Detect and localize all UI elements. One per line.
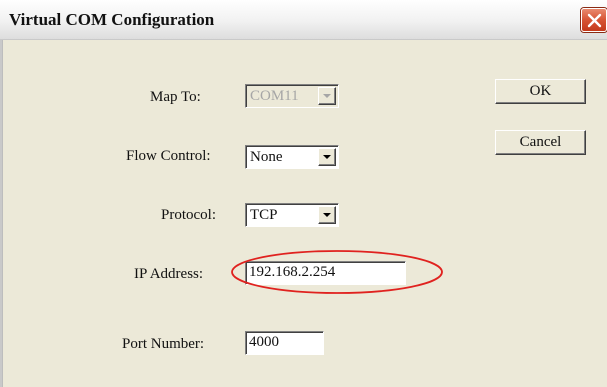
map-to-label: Map To: xyxy=(150,89,201,105)
window-left-border xyxy=(0,40,3,387)
map-to-select: COM11 xyxy=(245,84,339,108)
port-number-label: Port Number: xyxy=(122,336,205,352)
flow-control-label: Flow Control: xyxy=(126,148,211,164)
ip-address-label: IP Address: xyxy=(134,266,204,282)
ip-address-field[interactable]: 192.168.2.254 xyxy=(245,261,406,285)
chevron-down-icon[interactable] xyxy=(318,206,336,224)
cancel-button[interactable]: Cancel xyxy=(495,130,586,155)
window-title: Virtual COM Configuration xyxy=(9,10,215,29)
protocol-select[interactable]: TCP xyxy=(245,203,339,227)
flow-control-value: None xyxy=(250,149,283,165)
port-number-value: 4000 xyxy=(249,334,279,350)
protocol-label: Protocol: xyxy=(161,207,216,223)
protocol-value: TCP xyxy=(250,207,278,223)
map-to-value: COM11 xyxy=(250,88,299,104)
close-icon xyxy=(587,13,602,28)
dialog-window: Virtual COM Configuration Map To: COM11 … xyxy=(0,0,607,387)
chevron-down-icon[interactable] xyxy=(318,148,336,166)
port-number-field[interactable]: 4000 xyxy=(245,331,324,355)
close-button[interactable] xyxy=(581,8,607,32)
flow-control-select[interactable]: None xyxy=(245,145,339,169)
chevron-down-icon xyxy=(318,87,336,105)
title-bar[interactable]: Virtual COM Configuration xyxy=(0,0,607,40)
ok-button[interactable]: OK xyxy=(495,79,586,104)
ip-address-value: 192.168.2.254 xyxy=(249,264,336,280)
